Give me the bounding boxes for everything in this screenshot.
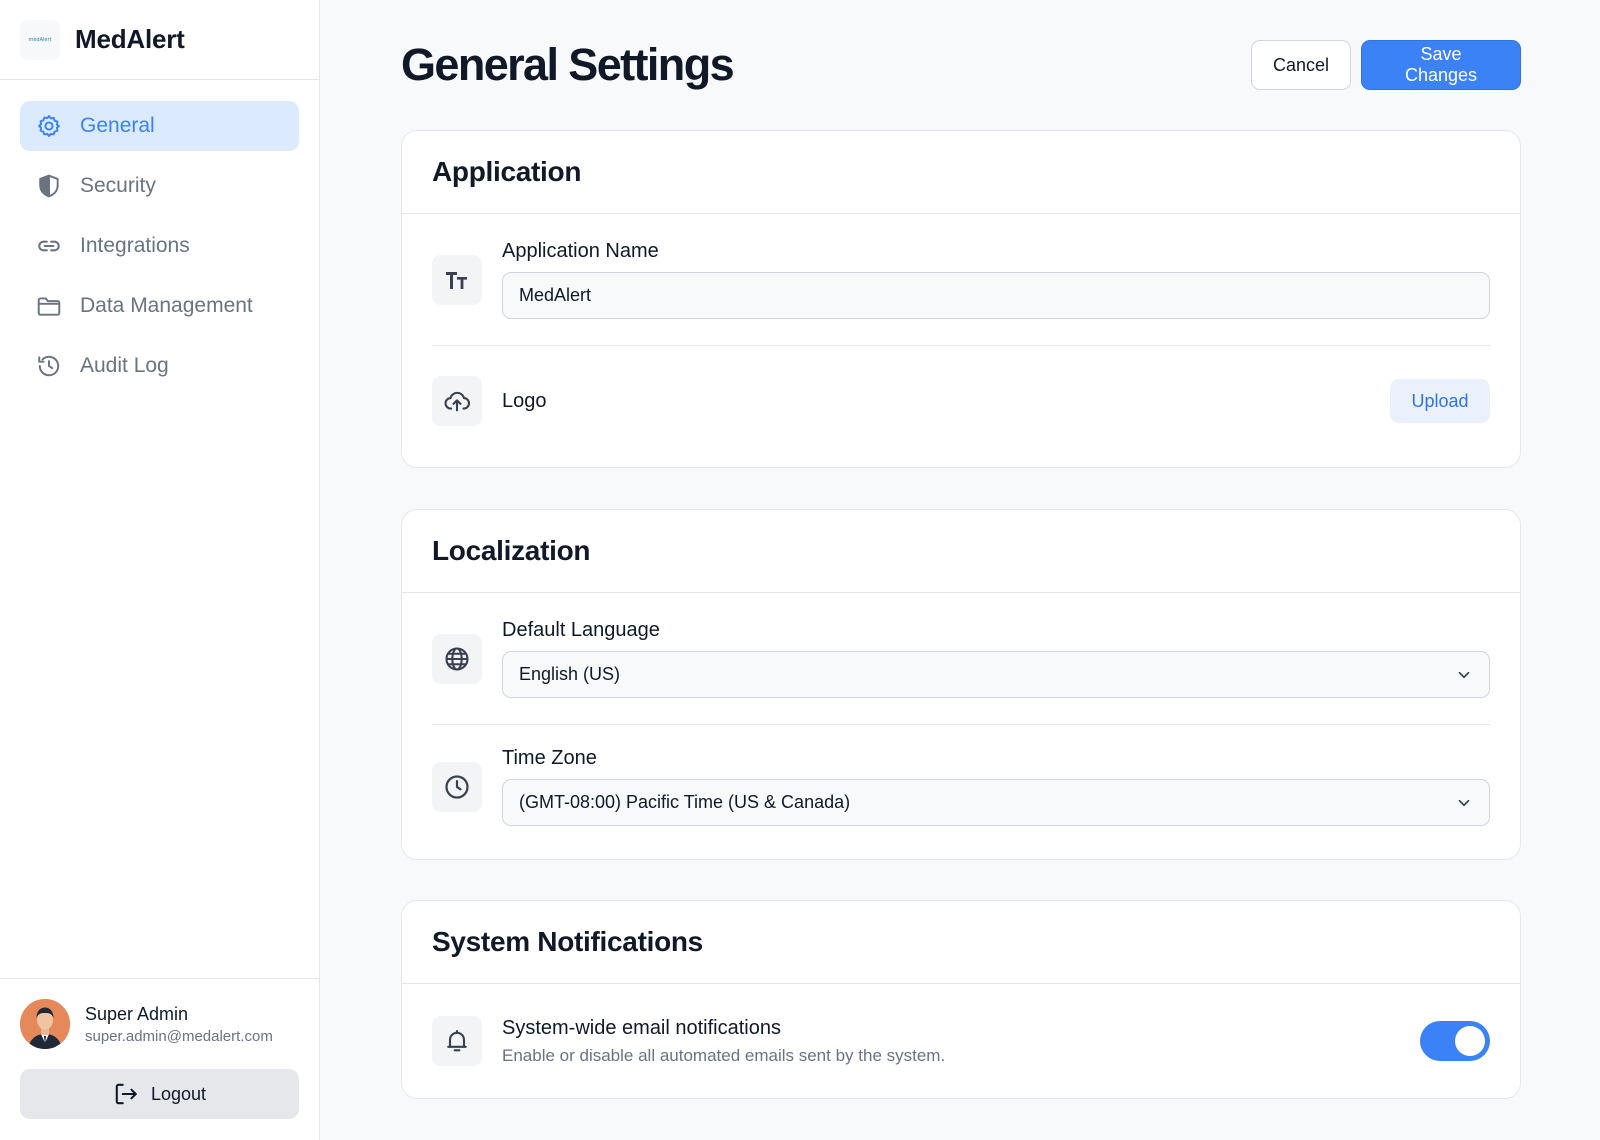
card-title: Application [432,156,582,187]
sidebar-item-integrations[interactable]: Integrations [20,221,299,271]
save-changes-button[interactable]: Save Changes [1361,40,1521,90]
language-field: Default Language English (US) [502,619,1490,698]
logo-field: Logo [502,390,1390,413]
folder-icon [37,297,61,316]
page-header: General Settings Cancel Save Changes [401,39,1521,90]
shield-icon [39,174,59,198]
email-notifications-row: System-wide email notifications Enable o… [432,984,1490,1098]
chevron-down-icon [1458,671,1470,678]
language-value: English (US) [519,664,621,684]
timezone-row: Time Zone (GMT-08:00) Pacific Time (US &… [432,724,1490,848]
timezone-value: (GMT-08:00) Pacific Time (US & Canada) [519,792,851,812]
chevron-down-icon [1458,799,1470,806]
logout-icon [115,1083,137,1105]
logout-label: Logout [150,1083,207,1104]
app-name-label: Application Name [502,240,659,262]
app-name-field: Application Name MedAlert [502,240,1490,319]
sidebar-item-label: Security [80,174,156,197]
page-title: General Settings [401,39,735,90]
timezone-select[interactable]: (GMT-08:00) Pacific Time (US & Canada) [502,779,1490,826]
timezone-label: Time Zone [502,747,597,769]
main-content: General Settings Cancel Save Changes App… [320,0,1600,1140]
sidebar: medAlert MedAlert General Security Integ… [0,0,320,1140]
avatar [20,999,70,1049]
user-info: Super Admin super.admin@medalert.com [85,1004,273,1045]
cancel-button[interactable]: Cancel [1251,40,1351,90]
user-profile[interactable]: Super Admin super.admin@medalert.com [20,999,300,1049]
card-title: Localization [432,535,591,566]
email-notifications-field: System-wide email notifications Enable o… [502,1017,1420,1066]
app-logo-text: medAlert [28,36,52,43]
user-name: Super Admin [85,1003,189,1024]
language-row: Default Language English (US) [432,593,1490,724]
logo-label: Logo [502,389,547,412]
sidebar-item-security[interactable]: Security [20,161,299,211]
bell-icon [432,1016,482,1066]
sidebar-footer: Super Admin super.admin@medalert.com Log… [0,978,320,1140]
email-notifications-description: Enable or disable all automated emails s… [502,1045,946,1065]
timezone-field: Time Zone (GMT-08:00) Pacific Time (US &… [502,747,1490,826]
brand: medAlert MedAlert [0,0,319,80]
upload-button[interactable]: Upload [1390,379,1490,423]
sidebar-item-data-management[interactable]: Data Management [20,281,299,331]
card-header: System Notifications [402,901,1520,984]
notifications-card: System Notifications System-wide email n… [401,900,1521,1099]
sidebar-item-label: Data Management [80,294,253,317]
app-name: MedAlert [75,24,185,54]
toggle-knob [1455,1026,1485,1056]
clock-icon [432,761,482,812]
language-select[interactable]: English (US) [502,651,1490,698]
sidebar-item-audit-log[interactable]: Audit Log [20,341,299,391]
logo-row: Logo Upload [432,345,1490,456]
globe-icon [432,633,482,684]
gear-icon [38,115,60,137]
email-notifications-label: System-wide email notifications [502,1016,781,1039]
app-logo: medAlert [20,19,60,60]
app-name-input[interactable]: MedAlert [502,272,1490,319]
logout-button[interactable]: Logout [20,1069,299,1119]
sidebar-item-general[interactable]: General [20,101,299,151]
application-card: Application Application Name MedAlert Lo… [401,130,1521,468]
sidebar-item-label: Audit Log [80,354,169,377]
email-notifications-toggle[interactable] [1420,1021,1490,1061]
card-header: Localization [402,510,1520,593]
card-title: System Notifications [432,926,703,957]
header-actions: Cancel Save Changes [1251,40,1521,90]
sidebar-nav: General Security Integrations Data Manag… [0,80,319,391]
user-email: super.admin@medalert.com [85,1027,273,1045]
app-name-row: Application Name MedAlert [432,214,1490,345]
app-name-value: MedAlert [519,285,592,305]
card-header: Application [402,131,1520,214]
language-label: Default Language [502,619,660,641]
cloud-upload-icon [432,376,482,426]
history-icon [38,355,60,377]
text-size-icon [432,254,482,305]
localization-card: Localization Default Language English (U… [401,509,1521,860]
sidebar-item-label: Integrations [80,234,190,257]
sidebar-item-label: General [80,114,155,137]
link-icon [38,240,60,252]
